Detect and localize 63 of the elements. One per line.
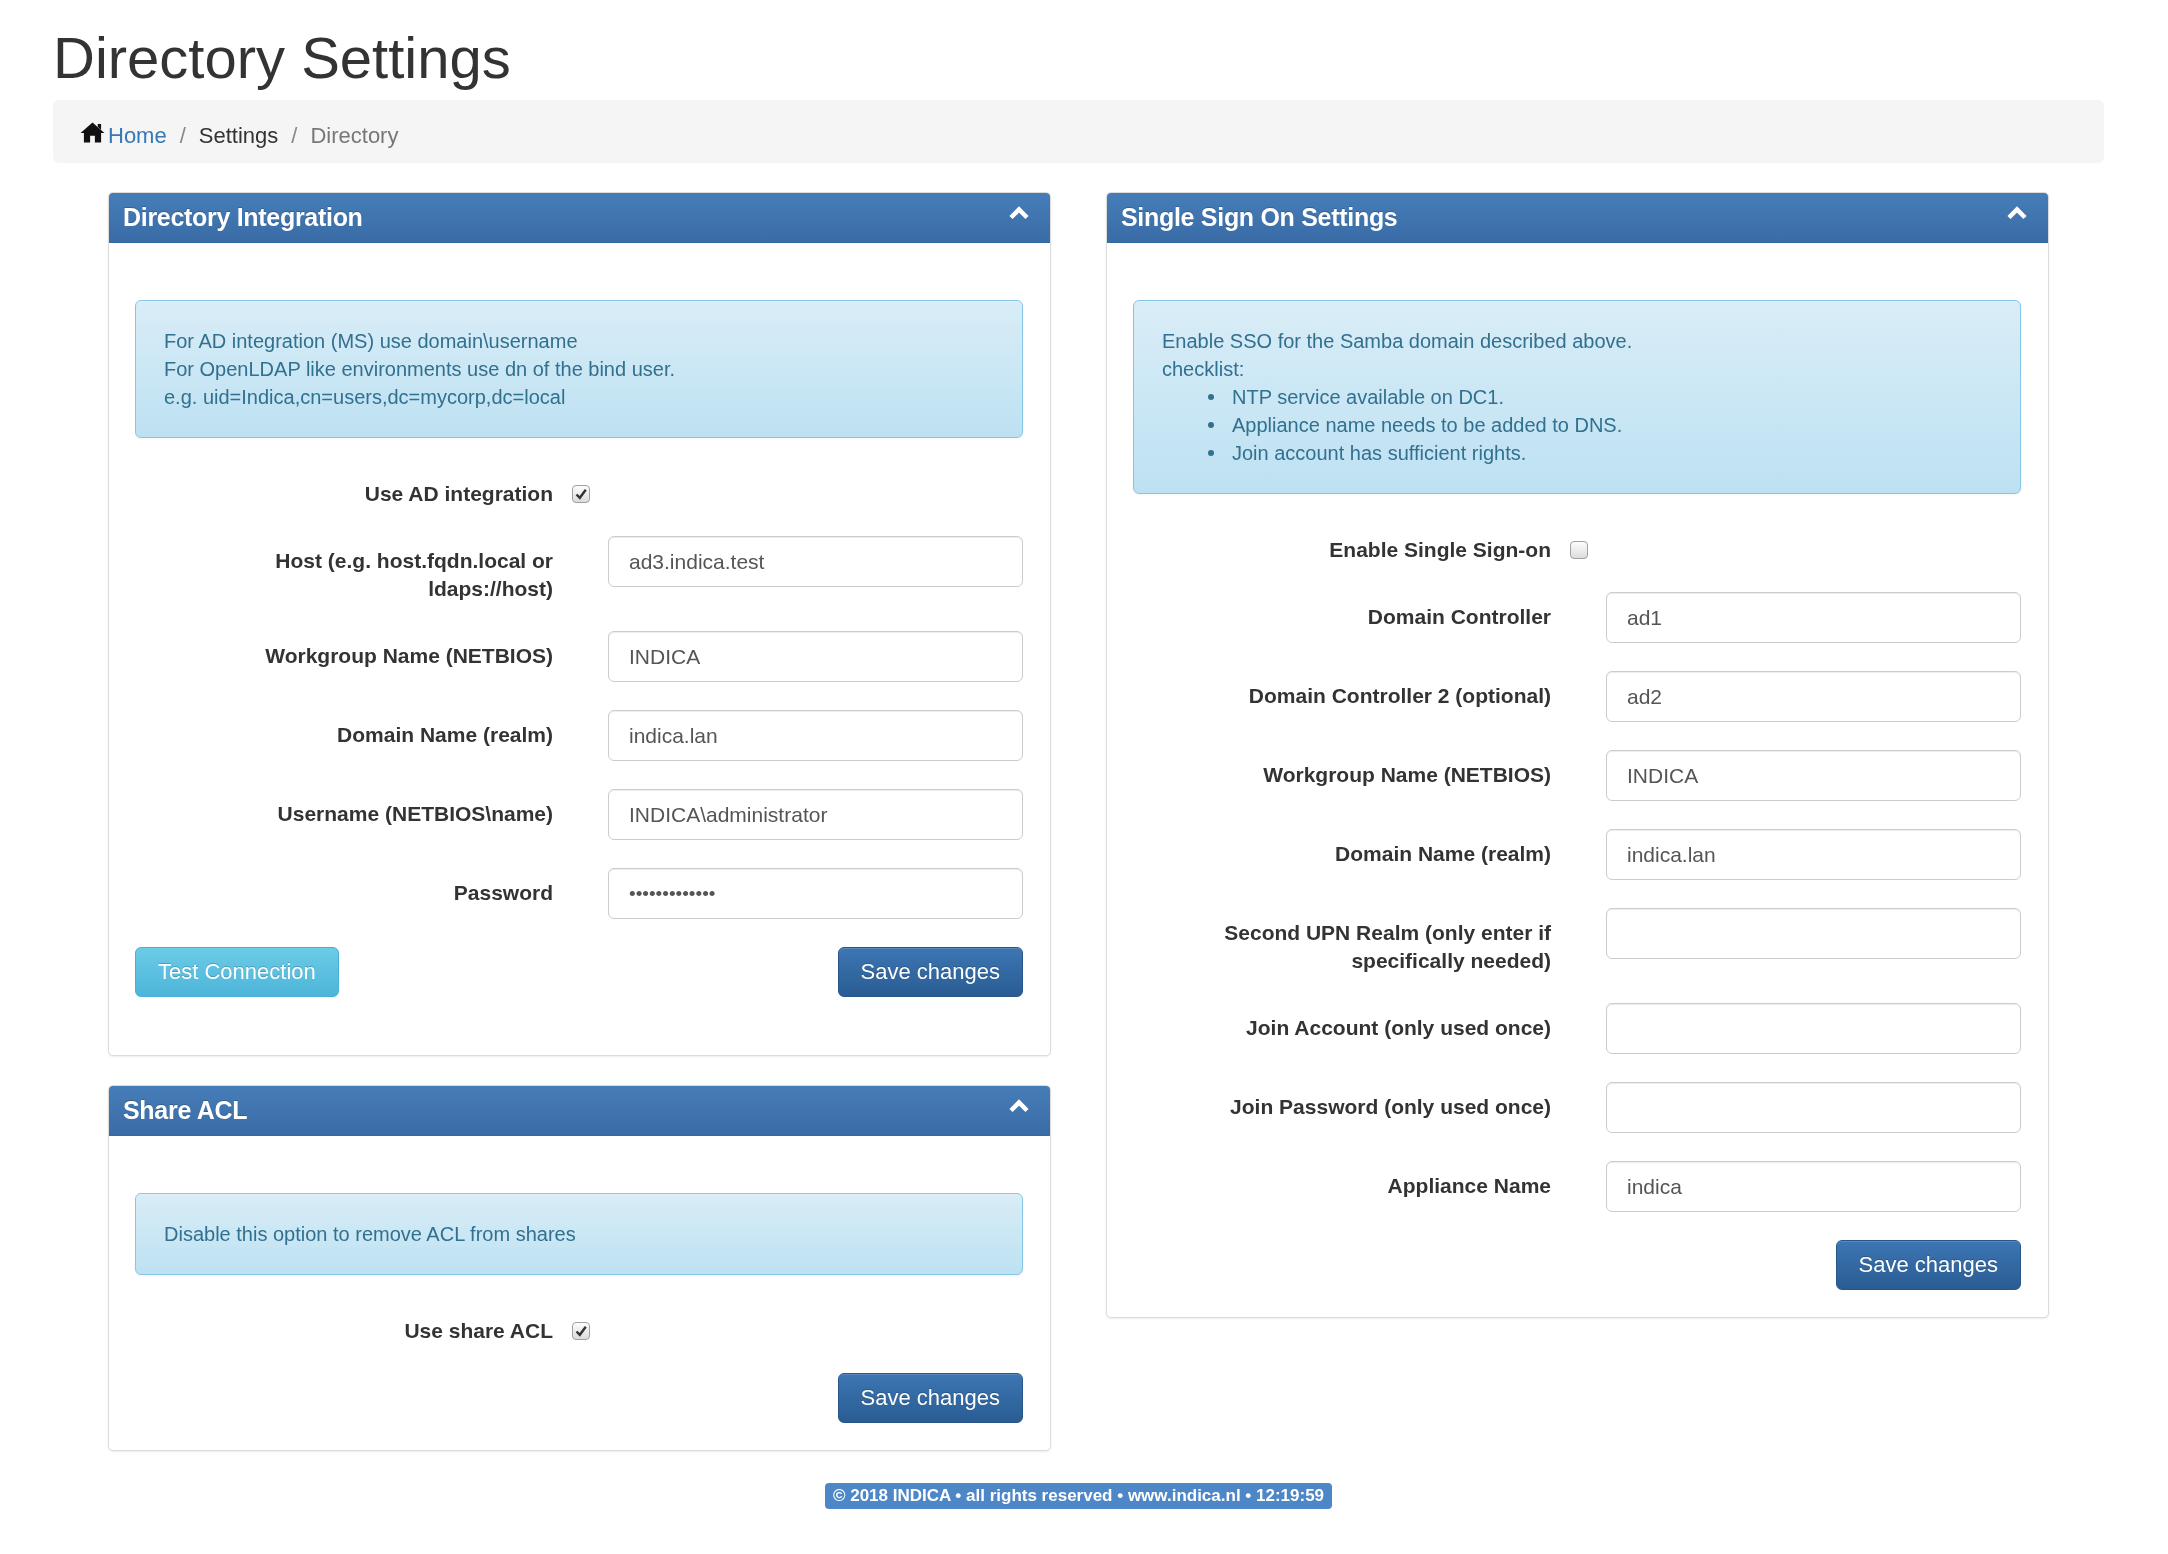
password-field[interactable] <box>1606 1082 2021 1133</box>
breadcrumb-separator: / <box>179 122 186 149</box>
home-icon <box>80 121 105 143</box>
breadcrumb-separator: / <box>291 122 298 149</box>
panel-title: Single Sign On Settings <box>1121 203 1398 232</box>
field-label: Domain Name (realm) <box>1335 841 1551 867</box>
chevron-up-icon[interactable] <box>1008 1098 1030 1113</box>
info-text: checklist: <box>1162 357 1245 382</box>
field-label: Password <box>453 880 553 906</box>
field-label: Domain Name (realm) <box>337 722 553 748</box>
field-label: Host (e.g. host.fqdn.local or ldaps://host) <box>274 548 553 602</box>
save-button[interactable]: Save changes <box>837 1373 1023 1423</box>
save-button[interactable]: Save changes <box>1835 1240 2021 1290</box>
field-label: Second UPN Realm (only enter if specifically needed) <box>1223 920 1551 974</box>
input-field[interactable]: ad1 <box>1606 592 2021 643</box>
field-label: Use share ACL <box>404 1318 553 1344</box>
field-label: Workgroup Name (NETBIOS) <box>265 643 553 669</box>
checklist-item: Appliance name needs to be added to DNS. <box>1232 413 1623 438</box>
input-field[interactable]: indica <box>1606 1161 2021 1212</box>
checklist-item: NTP service available on DC1. <box>1232 385 1504 410</box>
bullet-icon <box>1208 450 1214 456</box>
panel-title: Directory Integration <box>123 203 363 232</box>
password-field[interactable]: ••••••••••••• <box>608 868 1023 919</box>
save-button[interactable]: Save changes <box>837 947 1023 997</box>
input-field[interactable] <box>1606 908 2021 959</box>
input-field[interactable]: indica.lan <box>1606 829 2021 880</box>
checklist-item: Join account has sufficient rights. <box>1232 441 1527 466</box>
field-label: Domain Controller <box>1367 604 1551 630</box>
field-label: Domain Controller 2 (optional) <box>1248 683 1551 709</box>
field-label: Use AD integration <box>364 481 553 507</box>
checkmark-icon <box>575 1325 587 1337</box>
checkbox[interactable] <box>572 1322 590 1340</box>
info-text: For OpenLDAP like environments use dn of the bind user. <box>164 357 676 382</box>
info-text: For AD integration (MS) use domain\username <box>164 329 578 354</box>
chevron-up-icon[interactable] <box>1008 205 1030 220</box>
checkbox[interactable] <box>1570 541 1588 559</box>
breadcrumb-link[interactable]: Home <box>80 121 167 150</box>
checkbox[interactable] <box>572 485 590 503</box>
info-text: Disable this option to remove ACL from shares <box>164 1222 576 1247</box>
input-field[interactable]: ad3.indica.test <box>608 536 1023 587</box>
field-label: Appliance Name <box>1387 1173 1551 1199</box>
input-field[interactable]: INDICA <box>1606 750 2021 801</box>
chevron-up-icon[interactable] <box>2006 205 2028 220</box>
input-field[interactable] <box>1606 1003 2021 1054</box>
footer-badge: © 2018 INDICA • all rights reserved • www.indica.nl • 12:19:59 <box>824 1483 1333 1509</box>
field-label: Username (NETBIOS\name) <box>277 801 553 827</box>
field-label: Enable Single Sign-on <box>1329 537 1551 563</box>
input-field[interactable]: ad2 <box>1606 671 2021 722</box>
panel-title: Share ACL <box>123 1096 248 1125</box>
bullet-icon <box>1208 394 1214 400</box>
field-label: Workgroup Name (NETBIOS) <box>1263 762 1551 788</box>
field-label: Join Password (only used once) <box>1230 1094 1551 1120</box>
page-title: Directory Settings <box>53 24 512 90</box>
info-text: Enable SSO for the Samba domain described above. <box>1162 329 1633 354</box>
info-text: e.g. uid=Indica,cn=users,dc=mycorp,dc=local <box>164 385 566 410</box>
checkmark-icon <box>575 488 587 500</box>
breadcrumb-current: Directory <box>310 122 399 149</box>
input-field[interactable]: INDICA\administrator <box>608 789 1023 840</box>
field-label: Join Account (only used once) <box>1246 1015 1551 1041</box>
input-field[interactable]: INDICA <box>608 631 1023 682</box>
breadcrumb-item: Settings <box>198 122 279 149</box>
bullet-icon <box>1208 422 1214 428</box>
input-field[interactable]: indica.lan <box>608 710 1023 761</box>
